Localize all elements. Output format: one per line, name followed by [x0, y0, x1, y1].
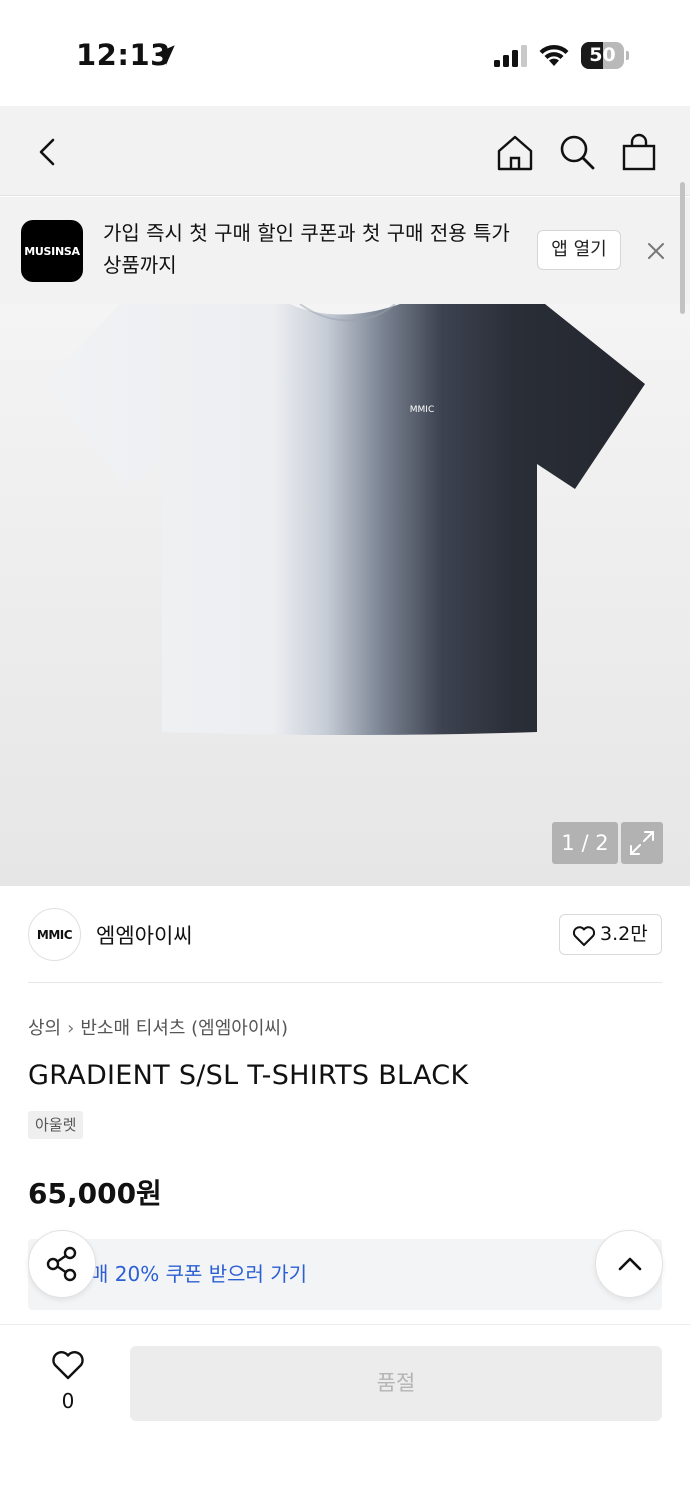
coupon-banner[interactable]: 매 20% 쿠폰 받으러 가기 — [28, 1239, 662, 1310]
product-image-gallery[interactable]: MMIC 1 / 2 — [0, 304, 690, 886]
status-bar: 12:13 50 — [0, 0, 690, 106]
breadcrumb: 상의 › 반소매 티셔츠 (엠엠아이씨) — [28, 1014, 288, 1040]
outlet-tag: 아울렛 — [28, 1111, 84, 1139]
product-price: 65,000원 — [28, 1177, 162, 1210]
wifi-icon — [539, 44, 569, 66]
brand-logo[interactable]: MMIC — [28, 908, 81, 961]
brand-name[interactable]: 엠엠아이씨 — [96, 920, 193, 950]
close-icon[interactable] — [643, 238, 669, 264]
scroll-top-button[interactable] — [595, 1230, 663, 1298]
cellular-signal-icon — [494, 45, 527, 67]
share-button[interactable] — [28, 1230, 96, 1298]
breadcrumb-category[interactable]: 상의 — [28, 1018, 61, 1039]
divider — [28, 982, 662, 983]
chevron-up-icon — [618, 1257, 642, 1271]
breadcrumb-subcategory[interactable]: 반소매 티셔츠 (엠엠아이씨) — [80, 1018, 288, 1039]
brand-logo-text: MMIC — [36, 927, 73, 942]
share-icon — [46, 1246, 77, 1282]
location-arrow-icon — [155, 45, 175, 65]
expand-image-button[interactable] — [621, 822, 663, 864]
heart-icon — [572, 926, 596, 946]
app-promo-banner: MUSINSA 가입 즉시 첫 구매 할인 쿠폰과 첫 구매 전용 특가 상품까… — [0, 197, 690, 304]
back-chevron-icon[interactable] — [28, 132, 68, 172]
brand-like-count: 3.2만 — [600, 923, 648, 945]
shopping-bag-icon[interactable] — [619, 132, 659, 172]
battery-icon: 50 — [581, 42, 629, 69]
image-counter: 1 / 2 — [552, 822, 618, 864]
wishlist-count: 0 — [61, 1389, 75, 1413]
battery-percentage: 50 — [589, 44, 616, 66]
brand-like-button[interactable]: 3.2만 — [559, 914, 662, 955]
top-nav-bar — [0, 106, 690, 196]
search-icon[interactable] — [557, 132, 597, 172]
wishlist-heart-icon[interactable] — [50, 1349, 86, 1381]
home-icon[interactable] — [495, 132, 535, 172]
sold-out-button[interactable]: 품절 — [130, 1346, 662, 1421]
bottom-action-bar: 0 품절 — [0, 1324, 690, 1500]
breadcrumb-chevron-icon: › — [67, 1018, 75, 1039]
product-tshirt-image: MMIC — [45, 304, 645, 735]
promo-message: 가입 즉시 첫 구매 할인 쿠폰과 첫 구매 전용 특가 상품까지 — [103, 221, 510, 277]
product-title: GRADIENT S/SL T-SHIRTS BLACK — [28, 1060, 469, 1091]
brand-row: MMIC 엠엠아이씨 3.2만 — [0, 886, 690, 983]
shirt-logo-print: MMIC — [410, 405, 434, 415]
musinsa-logo-text: MUSINSA — [24, 244, 80, 258]
expand-arrows-icon — [630, 831, 654, 855]
coupon-text: 매 20% 쿠폰 받으러 가기 — [90, 1262, 308, 1286]
musinsa-logo: MUSINSA — [21, 220, 83, 282]
open-app-button[interactable]: 앱 열기 — [537, 230, 621, 270]
scrollbar[interactable] — [680, 182, 685, 314]
